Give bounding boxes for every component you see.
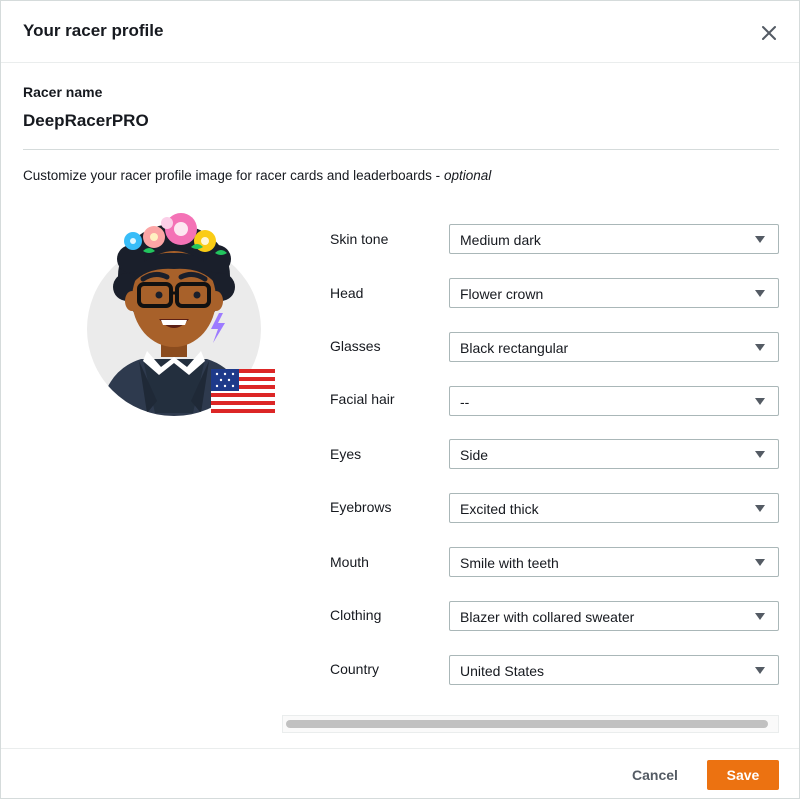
caret-down-icon xyxy=(755,344,765,351)
country-value: United States xyxy=(460,663,545,679)
mouth-select[interactable]: Smile with teeth xyxy=(449,547,779,577)
head-select[interactable]: Flower crown xyxy=(449,278,779,308)
close-icon xyxy=(762,26,776,40)
mouth-value: Smile with teeth xyxy=(460,555,559,571)
caret-down-icon xyxy=(755,667,765,674)
racer-name-label: Racer name xyxy=(23,84,103,100)
dialog-title: Your racer profile xyxy=(23,21,164,40)
clothing-value: Blazer with collared sweater xyxy=(460,609,635,625)
eyebrows-label: Eyebrows xyxy=(330,499,392,515)
cancel-button[interactable]: Cancel xyxy=(621,760,689,790)
glasses-label: Glasses xyxy=(330,338,381,354)
mouth-label: Mouth xyxy=(330,554,369,570)
caret-down-icon xyxy=(755,559,765,566)
facial-hair-select[interactable]: -- xyxy=(449,386,779,416)
horizontal-scrollbar[interactable] xyxy=(282,715,779,733)
eyebrows-select[interactable]: Excited thick xyxy=(449,493,779,523)
clothing-label: Clothing xyxy=(330,607,382,623)
optional-text: optional xyxy=(443,168,492,183)
facial-hair-label: Facial hair xyxy=(330,391,395,407)
scrollbar-thumb[interactable] xyxy=(286,720,768,728)
customize-description: Customize your racer profile image for r… xyxy=(23,168,491,183)
description-text: Customize your racer profile image for r… xyxy=(23,168,444,183)
caret-down-icon xyxy=(755,613,765,620)
dialog-footer: Cancel Save xyxy=(1,748,799,798)
glasses-value: Black rectangular xyxy=(460,340,569,356)
skin-tone-select[interactable]: Medium dark xyxy=(449,224,779,254)
racer-avatar-icon xyxy=(87,213,275,416)
skin-tone-value: Medium dark xyxy=(460,232,541,248)
head-value: Flower crown xyxy=(460,286,544,302)
caret-down-icon xyxy=(755,236,765,243)
head-label: Head xyxy=(330,285,364,301)
caret-down-icon xyxy=(755,290,765,297)
eyes-value: Side xyxy=(460,447,489,463)
eyes-select[interactable]: Side xyxy=(449,439,779,469)
eyes-label: Eyes xyxy=(330,446,362,462)
racer-name-value: DeepRacerPRO xyxy=(23,111,149,130)
caret-down-icon xyxy=(755,398,765,405)
skin-tone-label: Skin tone xyxy=(330,231,389,247)
country-select[interactable]: United States xyxy=(449,655,779,685)
caret-down-icon xyxy=(755,505,765,512)
divider xyxy=(23,149,779,150)
close-button[interactable] xyxy=(758,22,780,44)
racer-profile-dialog: Your racer profile Racer name DeepRacerP… xyxy=(0,0,800,799)
racer-avatar xyxy=(81,201,281,421)
us-flag-icon xyxy=(211,369,275,413)
eyebrows-value: Excited thick xyxy=(460,501,539,517)
glasses-select[interactable]: Black rectangular xyxy=(449,332,779,362)
facial-hair-value: -- xyxy=(460,394,470,410)
caret-down-icon xyxy=(755,451,765,458)
save-button[interactable]: Save xyxy=(707,760,779,790)
country-label: Country xyxy=(330,661,380,677)
clothing-select[interactable]: Blazer with collared sweater xyxy=(449,601,779,631)
dialog-header: Your racer profile xyxy=(1,1,799,63)
